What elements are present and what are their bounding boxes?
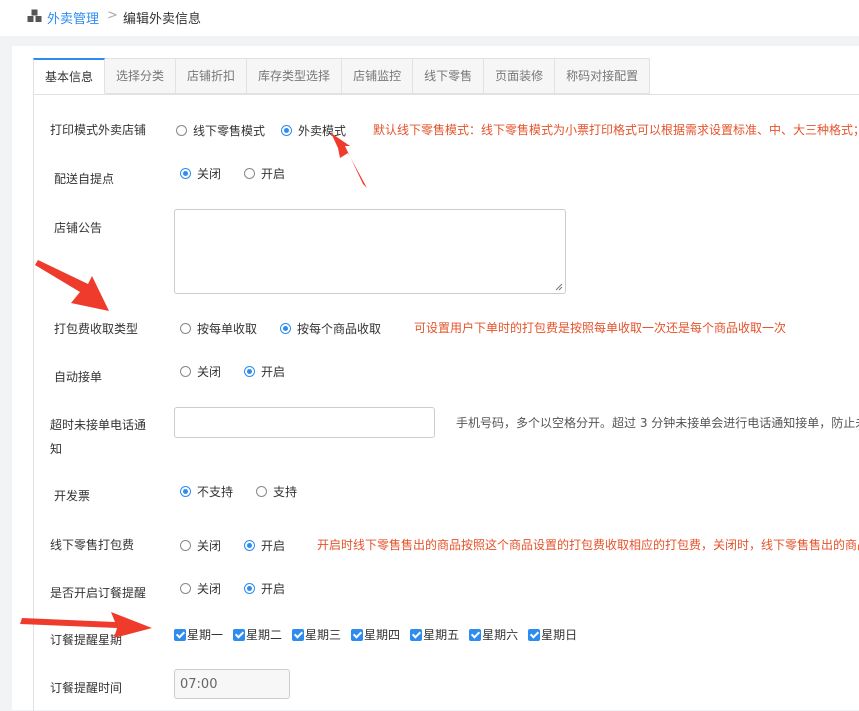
radio-button[interactable] <box>256 486 267 497</box>
radio-button-selected[interactable] <box>244 540 255 551</box>
reminder-time-label: 订餐提醒时间 <box>50 681 123 695</box>
day-checkbox-sunday[interactable]: 星期日 <box>528 626 577 643</box>
day-checkbox-thursday[interactable]: 星期四 <box>351 626 400 643</box>
timeout-phone-hint: 手机号码，多个以空格分开。超过 3 分钟未接单会进行电话通知接单，防止未 <box>456 416 859 430</box>
radio-button-selected[interactable] <box>180 168 191 179</box>
notice-label: 店铺公告 <box>54 221 103 235</box>
edit-panel: 基本信息 选择分类 店铺折扣 库存类型选择 店铺监控 线下零售 页面装修 称码对… <box>12 46 859 711</box>
day-checkbox-tuesday[interactable]: 星期二 <box>233 626 282 643</box>
tab-bar: 基本信息 选择分类 店铺折扣 库存类型选择 店铺监控 线下零售 页面装修 称码对… <box>33 58 651 94</box>
radio-button-selected[interactable] <box>180 486 191 497</box>
self-pickup-on[interactable]: 开启 <box>244 165 285 182</box>
checkbox-checked[interactable] <box>469 628 482 641</box>
order-reminder-label: 是否开启订餐提醒 <box>50 586 147 600</box>
checkbox-checked[interactable] <box>410 628 423 641</box>
radio-button[interactable] <box>180 323 191 334</box>
reminder-days-group: 星期一 星期二 星期三 星期四 星期五 星期六 星期日 <box>174 626 587 643</box>
tab-offline-retail[interactable]: 线下零售 <box>413 58 485 94</box>
notice-textarea[interactable] <box>174 209 566 294</box>
invoice-label: 开发票 <box>54 489 91 503</box>
packing-fee-per-item[interactable]: 按每个商品收取 <box>280 320 381 337</box>
auto-accept-label: 自动接单 <box>54 370 103 384</box>
order-reminder-on[interactable]: 开启 <box>244 580 285 597</box>
timeout-phone-label-line2: 知 <box>50 442 63 456</box>
offline-packing-fee-on[interactable]: 开启 <box>244 537 285 554</box>
invoice-supported[interactable]: 支持 <box>256 483 297 500</box>
print-mode-option-takeout[interactable]: 外卖模式 <box>281 122 346 139</box>
chevron-right-icon: > <box>107 8 118 23</box>
tab-page-decoration[interactable]: 页面装修 <box>484 58 556 94</box>
day-checkbox-saturday[interactable]: 星期六 <box>469 626 518 643</box>
timeout-phone-label-line1: 超时未接单电话通 <box>50 418 147 432</box>
radio-button[interactable] <box>180 540 191 551</box>
day-checkbox-friday[interactable]: 星期五 <box>410 626 459 643</box>
checkbox-checked[interactable] <box>233 628 246 641</box>
reminder-days-label: 订餐提醒星期 <box>50 633 123 647</box>
offline-packing-fee-off[interactable]: 关闭 <box>180 537 221 554</box>
self-pickup-off[interactable]: 关闭 <box>180 165 221 182</box>
tab-scale-config[interactable]: 称码对接配置 <box>555 58 651 94</box>
radio-button-selected[interactable] <box>280 323 291 334</box>
checkbox-checked[interactable] <box>174 628 186 641</box>
order-reminder-off[interactable]: 关闭 <box>180 580 221 597</box>
breadcrumb-current: 编辑外卖信息 <box>123 12 202 27</box>
auto-accept-on[interactable]: 开启 <box>244 363 285 380</box>
checkbox-checked[interactable] <box>351 628 364 641</box>
radio-button-selected[interactable] <box>244 366 255 377</box>
breadcrumb-root-link[interactable]: 外卖管理 <box>47 8 99 27</box>
checkbox-checked[interactable] <box>292 628 305 641</box>
print-mode-option-offline[interactable]: 线下零售模式 <box>176 122 265 139</box>
packing-fee-hint: 可设置用户下单时的打包费是按照每单收取一次还是每个商品收取一次 <box>414 321 787 335</box>
packing-fee-per-order[interactable]: 按每单收取 <box>180 320 257 337</box>
timeout-phone-input[interactable] <box>174 407 435 438</box>
radio-button-selected[interactable] <box>244 583 255 594</box>
self-pickup-label: 配送自提点 <box>54 172 115 186</box>
day-checkbox-wednesday[interactable]: 星期三 <box>292 626 341 643</box>
checkbox-checked[interactable] <box>528 628 541 641</box>
radio-button[interactable] <box>180 583 191 594</box>
day-checkbox-monday[interactable]: 星期一 <box>174 626 223 643</box>
cubes-icon <box>27 9 42 22</box>
invoice-not-supported[interactable]: 不支持 <box>180 483 233 500</box>
print-mode-hint: 默认线下零售模式：线下零售模式为小票打印格式可以根据需求设置标准、中、大三种格式… <box>373 123 859 137</box>
radio-button-selected[interactable] <box>281 125 292 136</box>
tab-store-monitor[interactable]: 店铺监控 <box>342 58 414 94</box>
tab-select-category[interactable]: 选择分类 <box>105 58 177 94</box>
resize-handle-icon[interactable] <box>555 283 563 291</box>
breadcrumb: 外卖管理 > 编辑外卖信息 <box>0 0 859 36</box>
radio-button[interactable] <box>244 168 255 179</box>
offline-packing-fee-label: 线下零售打包费 <box>50 538 135 552</box>
tab-inventory-type[interactable]: 库存类型选择 <box>247 58 343 94</box>
offline-packing-fee-hint: 开启时线下零售售出的商品按照这个商品设置的打包费收取相应的打包费，关闭时，线下零… <box>317 538 859 552</box>
print-mode-label: 打印模式外卖店铺 <box>50 123 147 137</box>
radio-button[interactable] <box>180 366 191 377</box>
packing-fee-type-label: 打包费收取类型 <box>54 322 139 336</box>
auto-accept-off[interactable]: 关闭 <box>180 363 221 380</box>
radio-button[interactable] <box>176 125 187 136</box>
tab-basic-info[interactable]: 基本信息 <box>33 58 106 94</box>
tab-content <box>33 94 859 711</box>
tab-store-discount[interactable]: 店铺折扣 <box>176 58 248 94</box>
reminder-time-input[interactable]: 07:00 <box>174 669 290 699</box>
